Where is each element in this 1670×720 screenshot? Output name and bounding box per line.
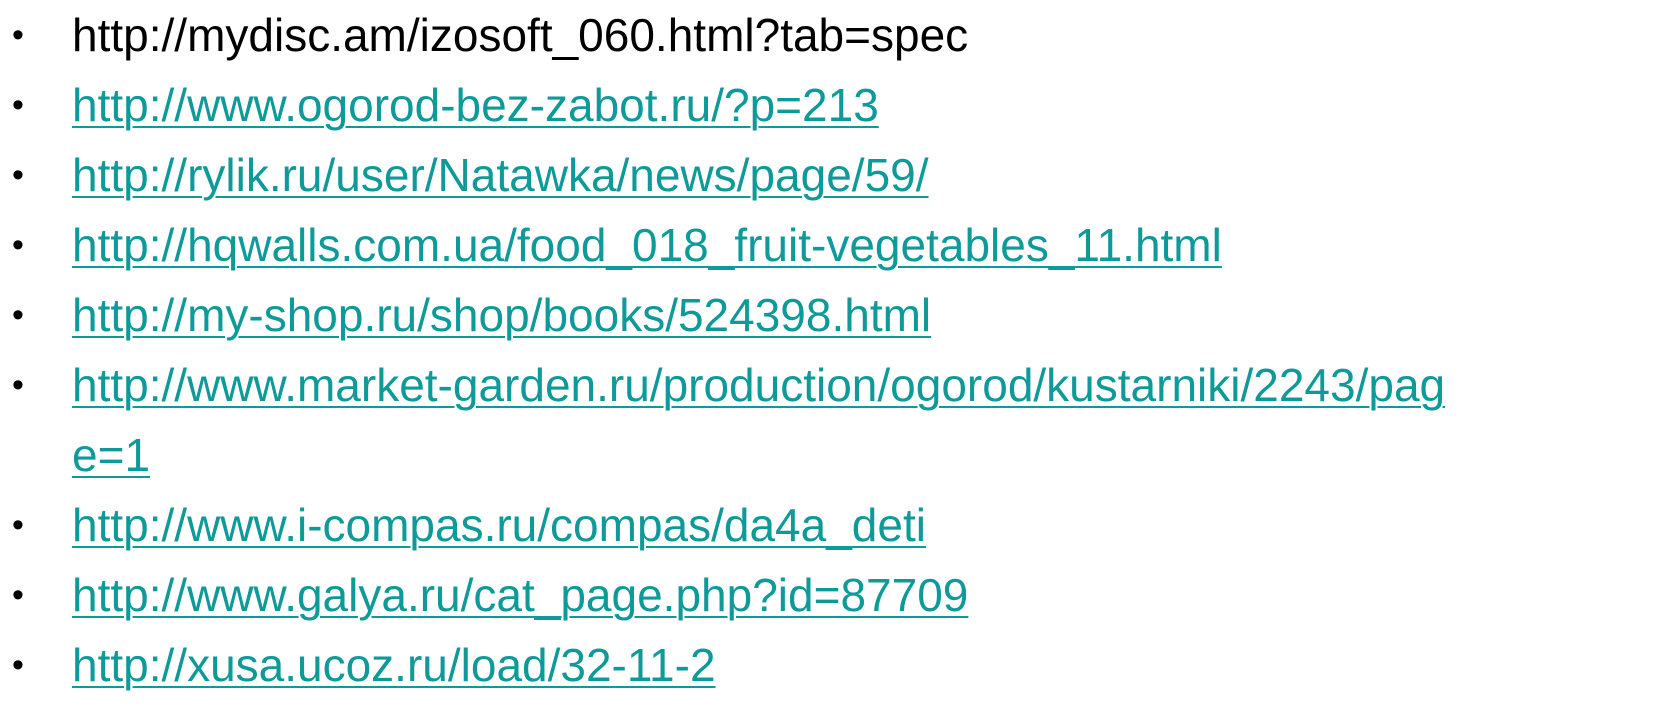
url-link[interactable]: http://my-shop.ru/shop/books/524398.html — [72, 289, 931, 341]
bullet-icon: • — [12, 646, 24, 684]
list-item: • http://www.i-compas.ru/compas/da4a_det… — [0, 490, 1670, 560]
slide: • http://mydisc.am/izosoft_060.html?tab=… — [0, 0, 1670, 720]
list-item: • http://www.market-garden.ru/production… — [0, 350, 1670, 490]
list-item: • http://www.galya.ru/cat_page.php?id=87… — [0, 560, 1670, 630]
bullet-icon: • — [12, 156, 24, 194]
list-item: • http://rylik.ru/user/Natawka/news/page… — [0, 140, 1670, 210]
url-link[interactable]: http://www.market-garden.ru/production/o… — [72, 350, 1670, 490]
url-link[interactable]: http://www.galya.ru/cat_page.php?id=8770… — [72, 569, 968, 621]
url-link[interactable]: http://hqwalls.com.ua/food_018_fruit-veg… — [72, 219, 1222, 271]
bullet-icon: • — [12, 366, 24, 404]
list-item: • http://hqwalls.com.ua/food_018_fruit-v… — [0, 210, 1670, 280]
link-list: • http://mydisc.am/izosoft_060.html?tab=… — [0, 0, 1670, 700]
list-item: • http://www.ogorod-bez-zabot.ru/?p=213 — [0, 70, 1670, 140]
list-item: • http://my-shop.ru/shop/books/524398.ht… — [0, 280, 1670, 350]
url-link[interactable]: http://www.ogorod-bez-zabot.ru/?p=213 — [72, 79, 879, 131]
url-link-line-1: http://www.market-garden.ru/production/o… — [72, 359, 1446, 411]
bullet-icon: • — [12, 296, 24, 334]
url-text: http://mydisc.am/izosoft_060.html?tab=sp… — [72, 9, 969, 61]
list-item: • http://xusa.ucoz.ru/load/32-11-2 — [0, 630, 1670, 700]
list-item: • http://mydisc.am/izosoft_060.html?tab=… — [0, 0, 1670, 70]
bullet-icon: • — [12, 226, 24, 264]
url-link[interactable]: http://xusa.ucoz.ru/load/32-11-2 — [72, 639, 716, 691]
url-link-line-2: e=1 — [72, 429, 151, 481]
bullet-icon: • — [12, 506, 24, 544]
url-link[interactable]: http://www.i-compas.ru/compas/da4a_deti — [72, 499, 926, 551]
bullet-icon: • — [12, 86, 24, 124]
url-link[interactable]: http://rylik.ru/user/Natawka/news/page/5… — [72, 149, 929, 201]
bullet-icon: • — [12, 576, 24, 614]
bullet-icon: • — [12, 16, 24, 54]
